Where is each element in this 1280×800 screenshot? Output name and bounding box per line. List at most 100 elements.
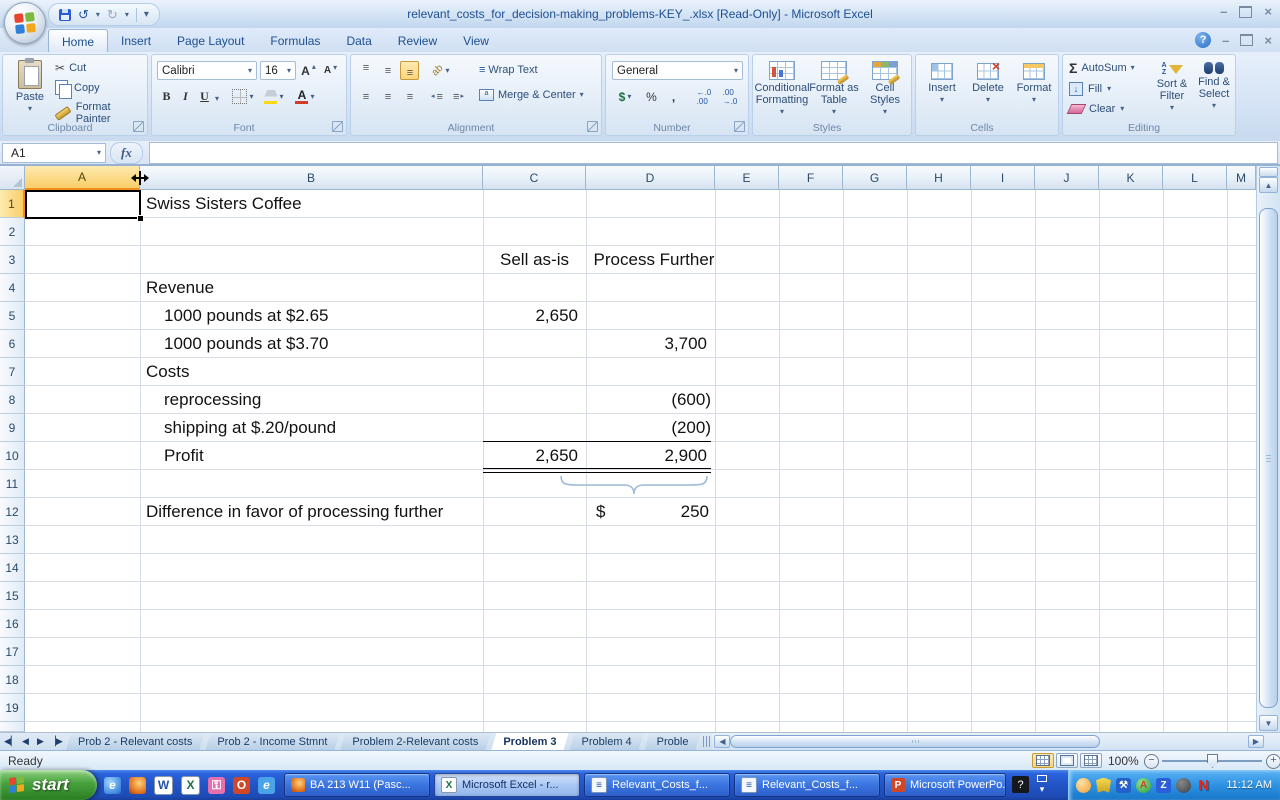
next-sheet-icon[interactable]: ▶: [34, 736, 47, 747]
underline-dropdown-icon[interactable]: ▾: [215, 95, 219, 103]
name-box[interactable]: A1 ▾: [2, 143, 106, 163]
workbook-minimize-button[interactable]: –: [1222, 34, 1229, 47]
borders-button[interactable]: ▾: [230, 87, 256, 106]
shield-tray-icon[interactable]: [1096, 778, 1111, 793]
bold-button[interactable]: B: [157, 87, 176, 106]
language-bar-icon[interactable]: ?: [1012, 776, 1029, 793]
shrink-font-button[interactable]: A▾: [321, 61, 340, 80]
row-header-10[interactable]: 10: [0, 442, 25, 470]
brace-shape[interactable]: [558, 474, 710, 496]
ie-icon[interactable]: e: [104, 777, 121, 794]
fill-button[interactable]: ↓ Fill▾: [1069, 82, 1111, 96]
prev-sheet-icon[interactable]: ◀: [19, 736, 32, 747]
paste-button[interactable]: Paste▾: [9, 60, 51, 113]
n-app-tray-icon[interactable]: N: [1196, 778, 1211, 793]
key-icon[interactable]: ⚿: [208, 777, 225, 794]
sheet-tab-problem5-cut[interactable]: Proble: [645, 733, 702, 750]
row-header-14[interactable]: 14: [0, 554, 25, 582]
column-header-K[interactable]: K: [1099, 166, 1163, 190]
cell-D3[interactable]: Process Further: [586, 246, 722, 274]
taskbar-button-powerpoint[interactable]: P Microsoft PowerPo...: [884, 773, 1006, 797]
column-header-D[interactable]: D: [586, 166, 715, 190]
column-header-G[interactable]: G: [843, 166, 907, 190]
row-header-15[interactable]: 15: [0, 582, 25, 610]
cell-B7[interactable]: Costs: [146, 358, 189, 386]
hidden-icons-chevron[interactable]: ▾: [1035, 775, 1049, 795]
antivirus-tray-icon[interactable]: A: [1136, 778, 1151, 793]
comma-style-button[interactable]: ,: [664, 87, 683, 106]
accounting-format-button[interactable]: $▾: [612, 87, 638, 106]
cell-B10[interactable]: Profit: [164, 442, 204, 470]
italic-button[interactable]: I: [176, 87, 195, 106]
underline-button[interactable]: U: [195, 87, 214, 106]
last-sheet-icon[interactable]: ▕▶: [49, 736, 62, 747]
cell-D12-currency[interactable]: $: [596, 498, 605, 526]
workbook-restore-button[interactable]: [1240, 34, 1253, 46]
sort-filter-button[interactable]: AZ Sort & Filter▾: [1151, 62, 1193, 112]
tab-formulas[interactable]: Formulas: [257, 30, 333, 52]
outlook-icon[interactable]: O: [233, 777, 250, 794]
tab-page-layout[interactable]: Page Layout: [164, 30, 257, 52]
copy-button[interactable]: Copy: [55, 80, 100, 95]
align-top-button[interactable]: ≡: [356, 61, 375, 80]
cell-B5[interactable]: 1000 pounds at $2.65: [164, 302, 328, 330]
excel-icon[interactable]: X: [181, 776, 200, 795]
insert-cells-button[interactable]: Insert▾: [920, 63, 964, 104]
sheet-tab-problem3[interactable]: Problem 3: [491, 733, 569, 750]
column-header-M[interactable]: M: [1227, 166, 1256, 190]
volume-tray-icon[interactable]: [1176, 778, 1191, 793]
formula-input[interactable]: [149, 142, 1278, 164]
align-middle-button[interactable]: ≡: [378, 61, 397, 80]
row-header-17[interactable]: 17: [0, 638, 25, 666]
cell-B1[interactable]: Swiss Sisters Coffee: [146, 190, 302, 218]
cell-B6[interactable]: 1000 pounds at $3.70: [164, 330, 328, 358]
name-box-dropdown-icon[interactable]: ▾: [97, 149, 101, 157]
restore-button[interactable]: [1239, 6, 1252, 18]
taskbar-clock[interactable]: 11:12 AM: [1226, 779, 1272, 791]
column-header-J[interactable]: J: [1035, 166, 1099, 190]
cell-D6[interactable]: 3,700: [586, 330, 707, 358]
cut-button[interactable]: ✂ Cut: [55, 61, 86, 75]
orientation-button[interactable]: ab▾: [427, 61, 455, 80]
format-as-table-button[interactable]: Format as Table▾: [809, 61, 859, 116]
tab-view[interactable]: View: [450, 30, 502, 52]
horizontal-scrollbar[interactable]: ◀ ▶: [712, 733, 1280, 750]
alignment-dialog-launcher-icon[interactable]: [587, 121, 598, 132]
scroll-right-icon[interactable]: ▶: [1248, 735, 1264, 748]
zoom-out-button[interactable]: −: [1144, 754, 1159, 769]
sheet-tab-problem2-relevant-costs[interactable]: Problem 2-Relevant costs: [340, 733, 491, 750]
row-header-9[interactable]: 9: [0, 414, 25, 442]
column-header-E[interactable]: E: [715, 166, 779, 190]
percent-style-button[interactable]: %: [642, 87, 661, 106]
column-header-C[interactable]: C: [483, 166, 586, 190]
sheet-tab-prob2-relevant-costs[interactable]: Prob 2 - Relevant costs: [66, 733, 205, 750]
row-header-7[interactable]: 7: [0, 358, 25, 386]
first-sheet-icon[interactable]: ◀▏: [4, 736, 17, 747]
browser-icon[interactable]: e: [258, 777, 275, 794]
vertical-scrollbar[interactable]: ▲ ▼: [1256, 166, 1280, 732]
row-header-16[interactable]: 16: [0, 610, 25, 638]
column-header-F[interactable]: F: [779, 166, 843, 190]
column-header-B[interactable]: B: [140, 166, 483, 190]
grow-font-button[interactable]: A▴: [299, 61, 318, 80]
scroll-down-icon[interactable]: ▼: [1259, 715, 1278, 731]
font-name-combo[interactable]: Calibri▾: [157, 61, 257, 80]
select-all-corner[interactable]: [0, 166, 25, 190]
row-header-18[interactable]: 18: [0, 666, 25, 694]
wrap-text-button[interactable]: ≡ Wrap Text: [479, 64, 538, 76]
clipboard-dialog-launcher-icon[interactable]: [133, 121, 144, 132]
taskbar-button-doc2[interactable]: ≡ Relevant_Costs_f...: [734, 773, 880, 797]
save-icon[interactable]: [59, 9, 71, 21]
vertical-split-handle[interactable]: [1259, 167, 1278, 177]
cell-C5[interactable]: 2,650: [483, 302, 578, 330]
row-header-19[interactable]: 19: [0, 694, 25, 722]
insert-function-button[interactable]: fx: [110, 142, 143, 164]
row-header-1[interactable]: 1: [0, 190, 25, 218]
minimize-button[interactable]: –: [1220, 5, 1227, 18]
row-header-8[interactable]: 8: [0, 386, 25, 414]
align-center-button[interactable]: ≡: [378, 87, 397, 106]
z-app-tray-icon[interactable]: Z: [1156, 778, 1171, 793]
normal-view-button[interactable]: [1032, 753, 1054, 768]
cell-C3[interactable]: Sell as-is: [483, 246, 586, 274]
close-button[interactable]: ×: [1264, 5, 1272, 18]
